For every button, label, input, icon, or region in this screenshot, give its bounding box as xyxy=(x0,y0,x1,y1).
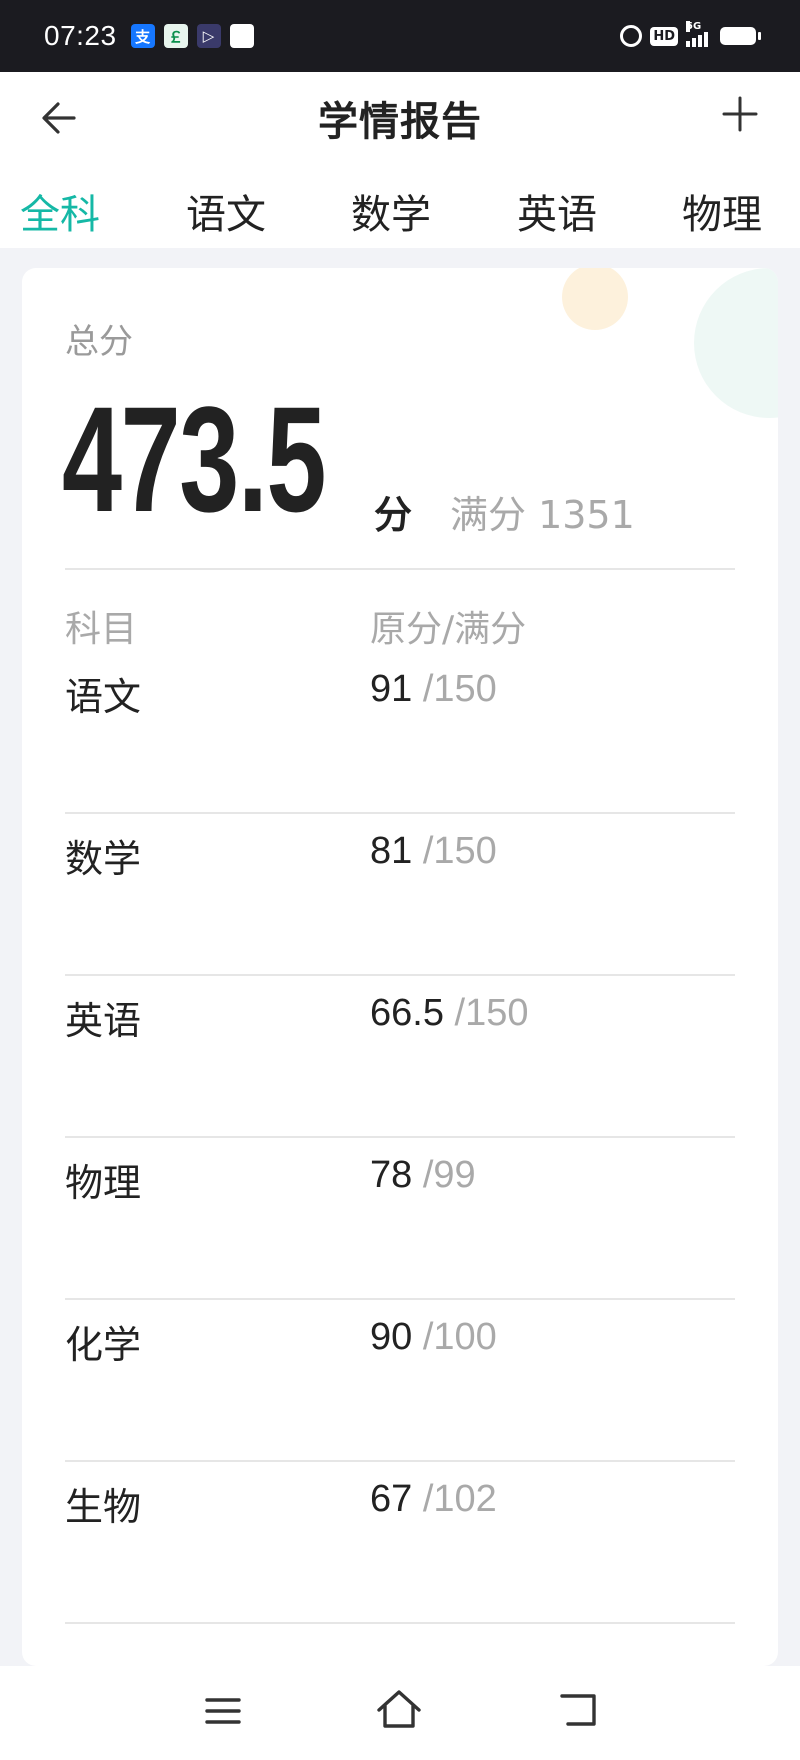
status-bar: 07:23 支 ￡ ▷ HD 5G xyxy=(0,0,800,72)
total-score: 473.5 xyxy=(62,375,327,543)
tab-math[interactable]: 数学 xyxy=(351,182,431,240)
row-subject: 化学 xyxy=(65,1323,142,1367)
tab-all[interactable]: 全科 xyxy=(20,182,100,240)
home-icon[interactable] xyxy=(376,1688,422,1732)
decor-circle xyxy=(694,268,778,418)
row-subject: 生物 xyxy=(65,1485,142,1529)
battery-icon xyxy=(720,27,761,45)
full-score: 满分 1351 xyxy=(450,493,635,537)
row-score: 66.5 /150 xyxy=(370,992,529,1034)
total-label: 总分 xyxy=(65,322,133,362)
signal-icon: 5G xyxy=(686,21,708,47)
row-score: 78 /99 xyxy=(370,1154,476,1196)
header: 学情报告 xyxy=(0,72,800,164)
row-score: 81 /150 xyxy=(370,830,497,872)
page-title: 学情报告 xyxy=(318,99,482,145)
plus-icon[interactable] xyxy=(720,94,760,134)
status-time: 07:23 xyxy=(44,20,117,51)
green-app-icon: ￡ xyxy=(163,24,188,48)
table-row[interactable]: 英语 66.5 /150 xyxy=(65,976,735,1138)
alipay-icon: 支 xyxy=(130,24,155,48)
back-icon[interactable] xyxy=(558,1690,600,1730)
menu-icon[interactable] xyxy=(204,1692,242,1730)
table-row[interactable]: 化学 90 /100 xyxy=(65,1300,735,1462)
tab-physics[interactable]: 物理 xyxy=(682,182,762,240)
row-subject: 数学 xyxy=(65,837,142,881)
divider xyxy=(65,568,735,570)
score-card: 总分 473.5 分 满分 1351 科目 原分/满分 语文 91 /150 数… xyxy=(22,268,778,1666)
row-score: 67 /102 xyxy=(370,1478,497,1520)
table-row[interactable]: 数学 81 /150 xyxy=(65,814,735,976)
column-header-subject: 科目 xyxy=(65,609,138,650)
table-row[interactable]: 物理 78 /99 xyxy=(65,1138,735,1300)
white-square-icon xyxy=(229,24,254,48)
column-header-score: 原分/满分 xyxy=(370,609,527,650)
arrow-left-icon[interactable] xyxy=(38,96,82,140)
row-score: 90 /100 xyxy=(370,1316,497,1358)
status-indicators: HD 5G xyxy=(620,21,761,47)
score-unit: 分 xyxy=(374,493,413,537)
score-table: 语文 91 /150 数学 81 /150 英语 66.5 /150 物理 78… xyxy=(65,652,735,1624)
play-app-icon: ▷ xyxy=(196,24,221,48)
table-row[interactable]: 语文 91 /150 xyxy=(65,652,735,814)
row-subject: 英语 xyxy=(65,999,142,1043)
alarm-icon xyxy=(620,25,643,47)
table-row[interactable]: 生物 67 /102 xyxy=(65,1462,735,1624)
system-nav-bar xyxy=(0,1666,800,1760)
hd-badge: HD xyxy=(650,26,678,46)
row-subject: 语文 xyxy=(65,675,142,719)
subject-tabs: 全科 语文 数学 英语 物理 xyxy=(0,164,800,248)
network-type: 5G xyxy=(686,21,702,32)
tab-chinese[interactable]: 语文 xyxy=(186,182,266,240)
tab-english[interactable]: 英语 xyxy=(517,182,597,240)
row-subject: 物理 xyxy=(65,1161,142,1205)
decor-circle xyxy=(562,268,628,330)
row-score: 91 /150 xyxy=(370,668,497,710)
